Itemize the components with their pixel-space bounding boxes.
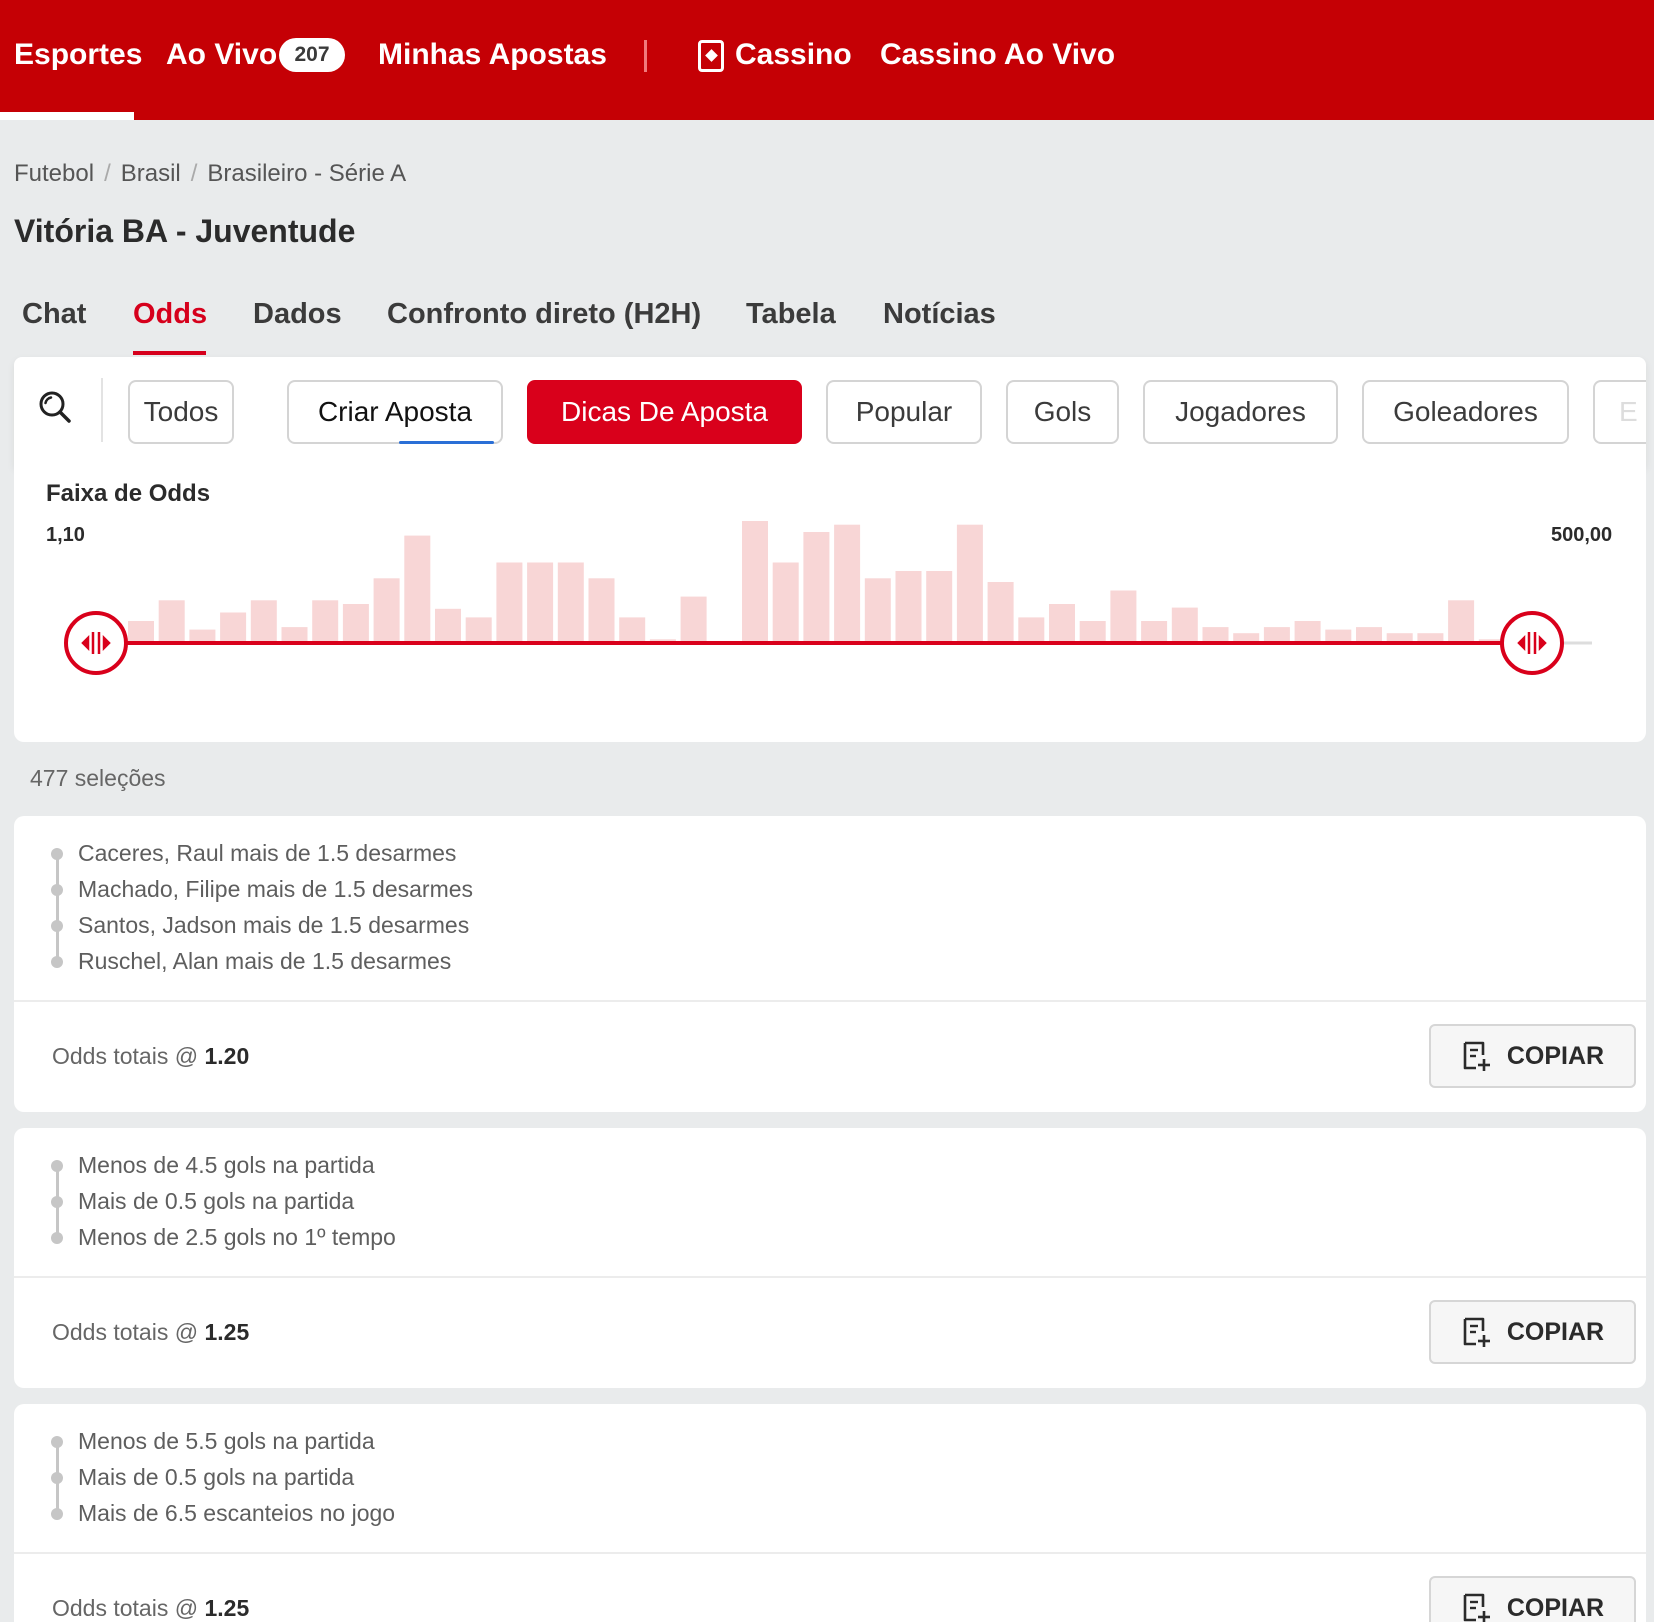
tab-odds[interactable]: Odds: [133, 298, 207, 331]
selection-text: Mais de 6.5 escanteios no jogo: [78, 1500, 396, 1526]
bet-card: Caceres, Raul mais de 1.5 desarmes Machad…: [14, 816, 1646, 1112]
selection-text: Mais de 0.5 gols na partida: [78, 1188, 355, 1214]
breadcrumb: Futebol / Brasil / Brasileiro - Série A: [14, 160, 406, 188]
odds-range-panel: [14, 467, 1646, 742]
selection-text: Caceres, Raul mais de 1.5 desarmes: [78, 840, 457, 866]
bet-card: Menos de 4.5 gols na partida Mais de 0.5 …: [14, 1128, 1646, 1388]
selection-text: Machado, Filipe mais de 1.5 desarmes: [78, 876, 474, 902]
odds-range-max-label: 500,00: [1551, 524, 1613, 546]
selection-text: Santos, Jadson mais de 1.5 desarmes: [78, 912, 470, 938]
breadcrumb-league[interactable]: Brasileiro - Série A: [207, 160, 406, 187]
filter-gols[interactable]: Gols: [1006, 380, 1119, 444]
selection-text: Menos de 5.5 gols na partida: [78, 1428, 375, 1454]
total-odds-value: 1.25: [204, 1319, 250, 1345]
total-odds: Odds totais @ 1.25: [52, 1595, 249, 1622]
selection-connector: [56, 854, 59, 962]
tab-noticias[interactable]: Notícias: [883, 298, 996, 331]
nav-ao-vivo[interactable]: Ao Vivo: [166, 38, 277, 72]
nav-cassino-ao-vivo[interactable]: Cassino Ao Vivo: [880, 38, 1115, 72]
copy-bet-label: COPIAR: [1506, 1317, 1605, 1346]
tab-h2h[interactable]: Confronto direto (H2H): [387, 298, 701, 331]
nav-esportes[interactable]: Esportes: [14, 38, 142, 72]
filter-todos[interactable]: Todos: [128, 380, 234, 444]
tab-dados[interactable]: Dados: [253, 298, 342, 331]
selection-text: Menos de 4.5 gols na partida: [78, 1152, 375, 1178]
copy-bet-button[interactable]: COPIAR: [1429, 1024, 1636, 1088]
selection-bullet: [51, 1196, 63, 1208]
selection-bullet: [51, 1508, 63, 1520]
copy-bet-button[interactable]: COPIAR: [1429, 1300, 1636, 1364]
tab-chat[interactable]: Chat: [22, 298, 86, 331]
live-count-badge: 207: [279, 38, 345, 72]
selection-bullet: [51, 1436, 63, 1448]
bet-card: Menos de 5.5 gols na partida Mais de 0.5 …: [14, 1404, 1646, 1622]
total-odds-value: 1.20: [204, 1043, 250, 1069]
bet-card-divider: [14, 1276, 1646, 1278]
total-odds-prefix: Odds totais @: [52, 1319, 199, 1345]
bet-card-divider: [14, 1000, 1646, 1002]
selection-count: 477 seleções: [30, 765, 166, 791]
nav-minhas-apostas[interactable]: Minhas Apostas: [378, 38, 607, 72]
selection-text: Ruschel, Alan mais de 1.5 desarmes: [78, 948, 452, 974]
nav-cassino[interactable]: Cassino: [735, 38, 852, 72]
total-odds-prefix: Odds totais @: [52, 1595, 199, 1621]
total-odds-value: 1.25: [204, 1595, 250, 1621]
copy-bet-label: COPIAR: [1506, 1593, 1605, 1622]
copy-bet-icon: [1463, 1317, 1490, 1347]
selection-bullet: [51, 848, 63, 860]
total-odds: Odds totais @ 1.25: [52, 1319, 249, 1346]
selection-bullet: [51, 1160, 63, 1172]
filter-popular[interactable]: Popular: [826, 380, 982, 444]
nav-active-indicator: [0, 112, 134, 120]
active-tab-indicator: [133, 351, 206, 355]
breadcrumb-separator: /: [104, 160, 111, 187]
copy-bet-button[interactable]: COPIAR: [1429, 1576, 1636, 1622]
filter-goleadores[interactable]: Goleadores: [1362, 380, 1569, 444]
bet-card-divider: [14, 1552, 1646, 1554]
casino-card-icon: [698, 40, 724, 72]
tab-tabela[interactable]: Tabela: [746, 298, 836, 331]
copy-bet-icon: [1463, 1593, 1490, 1622]
filter-dicas-de-aposta[interactable]: Dicas De Aposta: [527, 380, 802, 444]
nav-divider: [644, 40, 647, 72]
selection-text: Mais de 0.5 gols na partida: [78, 1464, 355, 1490]
selection-text: Menos de 2.5 gols no 1º tempo: [78, 1224, 396, 1250]
selection-bullet: [51, 884, 63, 896]
filter-divider: [101, 378, 103, 442]
filter-jogadores[interactable]: Jogadores: [1143, 380, 1338, 444]
selection-bullet: [51, 1232, 63, 1244]
total-odds: Odds totais @ 1.20: [52, 1043, 249, 1070]
breadcrumb-futebol[interactable]: Futebol: [14, 160, 94, 187]
selection-bullet: [51, 956, 63, 968]
copy-bet-label: COPIAR: [1506, 1041, 1605, 1070]
search-icon[interactable]: [38, 390, 72, 424]
breadcrumb-separator: /: [190, 160, 198, 187]
match-title: Vitória BA - Juventude: [14, 213, 356, 249]
top-nav: Esportes Ao Vivo 207 Minhas Apostas Cass…: [0, 0, 1654, 120]
filter-criar-aposta[interactable]: Criar Aposta: [287, 380, 503, 444]
copy-bet-icon: [1463, 1041, 1490, 1071]
odds-range-min-label: 1,10: [46, 524, 85, 546]
selection-bullet: [51, 1472, 63, 1484]
filter-more[interactable]: E: [1593, 380, 1646, 444]
selection-bullet: [51, 920, 63, 932]
total-odds-prefix: Odds totais @: [52, 1043, 199, 1069]
breadcrumb-brasil[interactable]: Brasil: [121, 160, 181, 187]
odds-range-title: Faixa de Odds: [46, 480, 211, 507]
